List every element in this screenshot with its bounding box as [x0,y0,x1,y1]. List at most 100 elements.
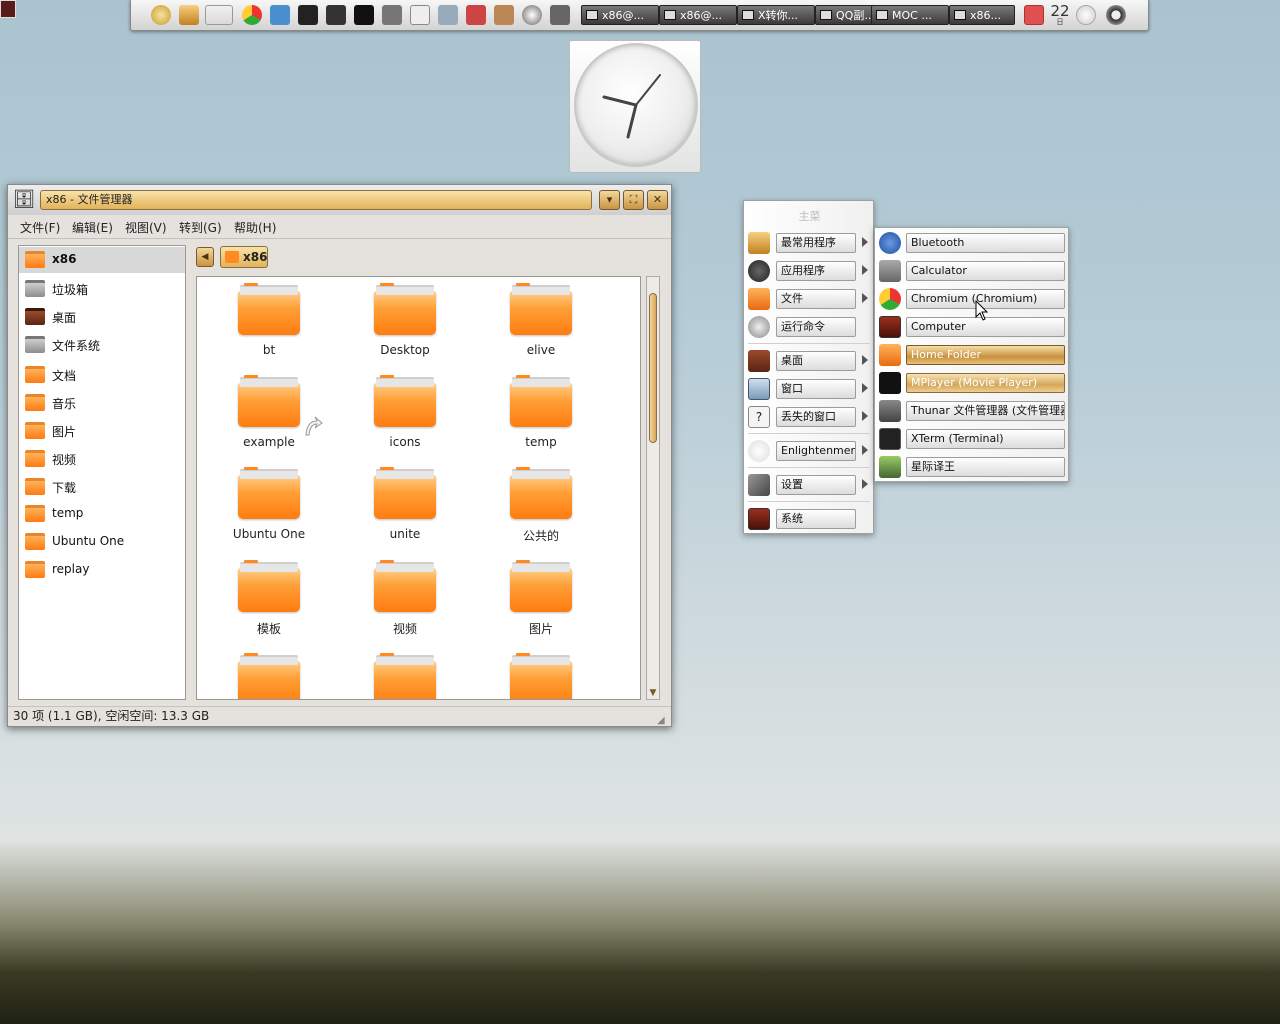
play-icon [748,260,770,282]
sidebar-item-home[interactable]: x86 [19,247,185,273]
menu-item-windows[interactable]: 窗口 [744,376,873,402]
volume-icon[interactable] [1106,5,1126,25]
sidebar-item-music[interactable]: 音乐 [19,390,185,416]
menu-item-run-command[interactable]: 运行命令 [744,314,873,340]
task-button[interactable]: x86@... [581,5,659,25]
back-arrow-icon[interactable]: ◀ [196,247,214,267]
menu-item-settings[interactable]: 设置 [744,472,873,498]
screenshot-launcher-icon[interactable] [550,5,570,25]
resize-grip-icon[interactable]: ◢ [657,712,669,726]
folder-item[interactable]: icons [345,369,465,455]
sidebar-item-replay[interactable]: replay [19,557,185,583]
menu-item-enlightenment[interactable]: Enlightenment [744,438,873,464]
folder-item[interactable] [209,647,329,699]
menu-help[interactable]: 帮助(H) [234,219,276,236]
submenu-item-thunar[interactable]: Thunar 文件管理器 (文件管理器) [875,398,1068,424]
task-button[interactable]: X转你... [737,5,815,25]
folder-item[interactable]: bt [209,277,329,363]
terminal2-launcher-icon[interactable] [326,5,346,25]
submenu-item-home-folder[interactable]: Home Folder [875,342,1068,368]
drive-icon [25,336,45,353]
submenu-item-bluetooth[interactable]: Bluetooth [875,230,1068,256]
menu-go[interactable]: 转到(G) [179,219,222,236]
submenu-item-computer[interactable]: Computer [875,314,1068,340]
network-launcher-icon[interactable] [494,5,514,25]
folder-item[interactable]: unite [345,461,465,547]
task-button[interactable]: MOC ... [871,5,949,25]
scroll-down-arrow-icon[interactable]: ▼ [647,687,659,699]
folder-item[interactable] [345,647,465,699]
submenu-item-chromium[interactable]: Chromium (Chromium) [875,286,1068,312]
submenu-arrow-icon [862,237,868,247]
start-menu-icon[interactable] [151,5,171,25]
dictionary-icon [879,456,901,478]
folder-item[interactable]: 公共的 [481,461,601,547]
menu-item-files[interactable]: 文件 [744,286,873,312]
folder-item[interactable]: 模板 [209,554,329,640]
submenu-item-mplayer[interactable]: MPlayer (Movie Player) [875,370,1068,396]
menu-item-system[interactable]: 系统 [744,506,873,532]
submenu-item-xterm[interactable]: XTerm (Terminal) [875,426,1068,452]
menu-item-favorites[interactable]: 最常用程序 [744,230,873,256]
sidebar-item-downloads[interactable]: 下载 [19,474,185,500]
folder-item[interactable]: 图片 [481,554,601,640]
sidebar-item-documents[interactable]: 文档 [19,362,185,388]
breadcrumb-home[interactable]: x86 [220,246,268,268]
menu-file[interactable]: 文件(F) [20,219,60,236]
hour-hand [602,95,638,107]
editor-launcher-icon[interactable] [410,5,430,25]
calendar-gadget[interactable]: 22 日 [1049,3,1071,27]
folder-item[interactable]: temp [481,369,601,455]
window-icon [954,10,966,20]
folder-item[interactable]: elive [481,277,601,363]
pager-icon[interactable] [205,5,233,25]
monitor-app-icon[interactable] [270,5,290,25]
clock-gadget-icon[interactable] [1076,5,1096,25]
speaker-launcher-icon[interactable] [382,5,402,25]
task-button[interactable]: x86... [949,5,1015,25]
menu-edit[interactable]: 编辑(E) [72,219,113,236]
maximize-button[interactable]: ⛶ [623,190,644,210]
recorder-icon[interactable] [1024,5,1044,25]
menu-item-lost-windows[interactable]: ? 丢失的窗口 [744,404,873,430]
tools-launcher-icon[interactable] [438,5,458,25]
vertical-scrollbar[interactable]: ▼ [646,276,660,700]
folder-icon [374,283,436,335]
folder-item[interactable]: Ubuntu One [209,461,329,547]
menu-view[interactable]: 视图(V) [125,219,167,236]
install-launcher-icon[interactable] [466,5,486,25]
terminal-launcher-icon[interactable] [298,5,318,25]
folder-icon [510,467,572,519]
status-text: 30 项 (1.1 GB), 空闲空间: 13.3 GB [13,709,210,723]
sidebar-item-trash[interactable]: 垃圾箱 [19,276,185,302]
sidebar-item-ubuntu-one[interactable]: Ubuntu One [19,529,185,555]
sidebar-item-pictures[interactable]: 图片 [19,418,185,444]
minimize-button[interactable]: ▾ [599,190,620,210]
chromium-launcher-icon[interactable] [242,5,262,25]
folder-icon [510,283,572,335]
folder-icon [25,505,45,522]
question-icon: ? [748,406,770,428]
scrollbar-thumb[interactable] [649,293,657,443]
sidebar-item-temp[interactable]: temp [19,501,185,527]
folder-item[interactable]: example [209,369,329,455]
task-button[interactable]: x86@... [659,5,737,25]
corner-app-icon[interactable] [0,0,16,18]
folder-item[interactable] [481,647,601,699]
sidebar-item-filesystem[interactable]: 文件系统 [19,332,185,358]
sidebar-item-desktop[interactable]: 桌面 [19,304,185,330]
file-manager-launcher-icon[interactable] [179,5,199,25]
submenu-item-calculator[interactable]: Calculator [875,258,1068,284]
titlebar[interactable]: 🗄 x86 - 文件管理器 ▾ ⛶ ✕ [8,185,671,215]
sidebar-item-videos[interactable]: 视频 [19,446,185,472]
thunar-icon[interactable]: 🗄 [12,188,36,212]
home-folder-icon [879,344,901,366]
screen-launcher-icon[interactable] [354,5,374,25]
submenu-item-stardict[interactable]: 星际译王 [875,454,1068,480]
folder-item[interactable]: Desktop [345,277,465,363]
folder-item[interactable]: 视频 [345,554,465,640]
close-button[interactable]: ✕ [647,190,668,210]
menu-item-applications[interactable]: 应用程序 [744,258,873,284]
webcam-launcher-icon[interactable] [522,5,542,25]
menu-item-desktop[interactable]: 桌面 [744,348,873,374]
